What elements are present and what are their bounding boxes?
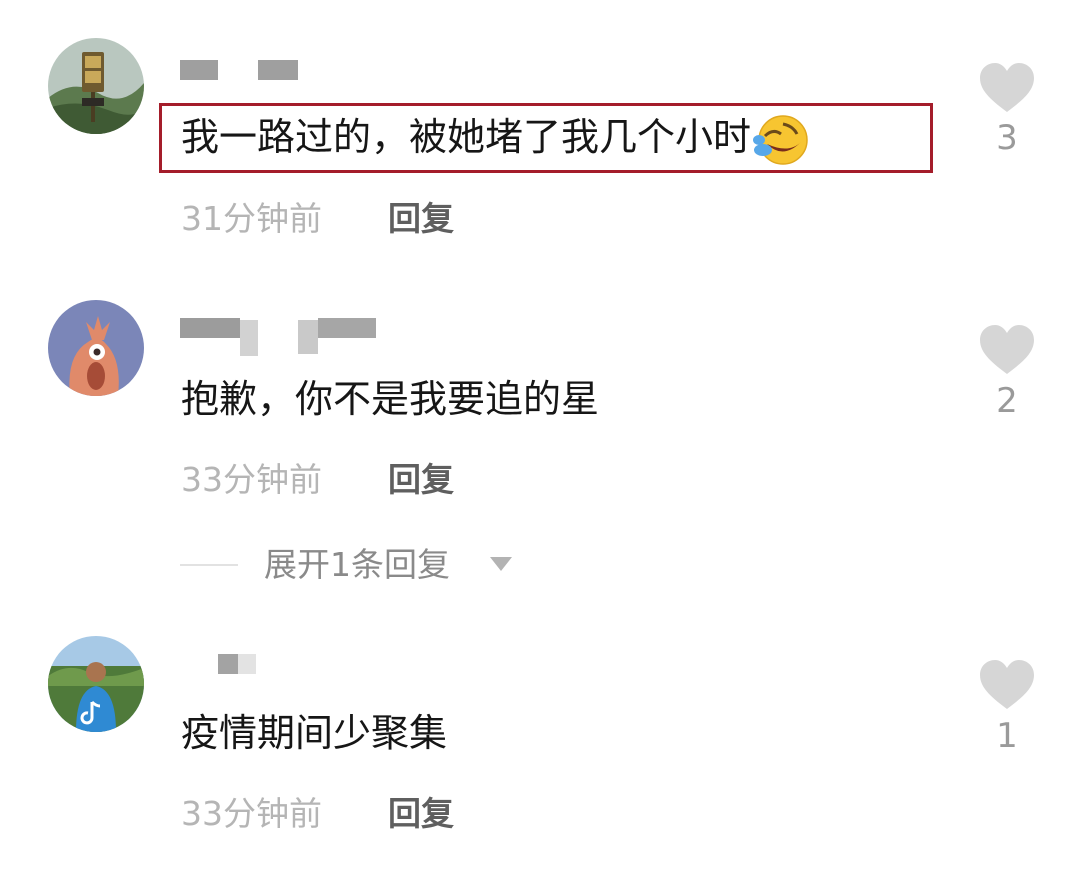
- timestamp: 33分钟前: [181, 794, 322, 833]
- comment-text: 疫情期间少聚集: [181, 711, 448, 755]
- username-blurred: [218, 654, 260, 674]
- reply-button[interactable]: 回复: [388, 792, 454, 836]
- comment-item: 疫情期间少聚集 33分钟前 回复 1: [0, 0, 1080, 872]
- avatar[interactable]: [48, 636, 144, 732]
- heart-icon[interactable]: [978, 659, 1036, 711]
- comment-meta: 33分钟前 回复: [181, 792, 454, 836]
- like-count: 1: [996, 716, 1018, 756]
